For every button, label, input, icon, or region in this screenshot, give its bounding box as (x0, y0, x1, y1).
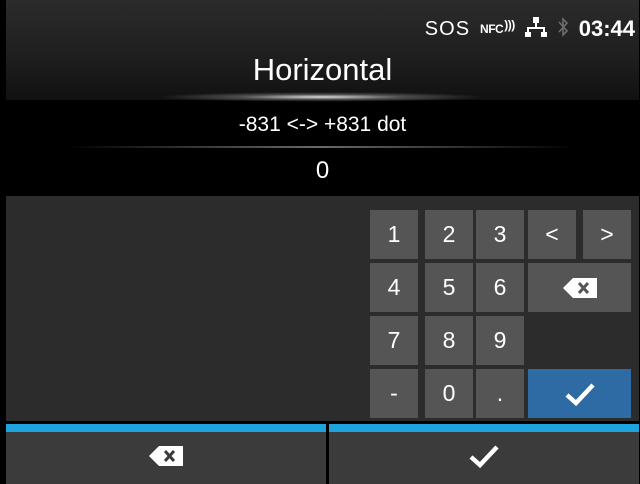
nfc-icon: NFC))) (480, 18, 515, 36)
accent-bar-left (6, 424, 326, 432)
key-9[interactable]: 9 (476, 316, 524, 365)
backspace-icon (562, 277, 597, 298)
key-8[interactable]: 8 (425, 316, 473, 365)
cancel-button[interactable] (6, 432, 326, 484)
backspace-icon (149, 445, 183, 471)
key-5[interactable]: 5 (425, 263, 473, 312)
key-0[interactable]: 0 (425, 369, 473, 418)
title-underline-glow (156, 92, 486, 102)
status-bar: SOS NFC))) 03:44 (425, 14, 635, 44)
key-7[interactable]: 7 (370, 316, 418, 365)
key-4[interactable]: 4 (370, 263, 418, 312)
confirm-button[interactable] (329, 432, 639, 484)
cursor-right-button[interactable]: > (583, 210, 631, 259)
value-display[interactable]: 0 (6, 148, 639, 194)
backspace-button[interactable] (528, 263, 631, 312)
key-1[interactable]: 1 (370, 210, 418, 259)
key-minus[interactable]: - (370, 369, 418, 418)
nfc-label: NFC (480, 22, 504, 36)
header: SOS NFC))) 03:44 Horizontal (6, 0, 639, 102)
page-title: Horizontal (252, 52, 393, 87)
sos-indicator: SOS (424, 17, 471, 40)
key-3[interactable]: 3 (476, 210, 524, 259)
keypad-area: 1 2 3 < > 4 5 6 7 8 9 - 0 . (6, 196, 639, 421)
printer-screen: SOS NFC))) 03:44 Horizontal -831 <-> +83… (6, 0, 639, 484)
key-6[interactable]: 6 (476, 263, 524, 312)
checkmark-icon (565, 382, 595, 406)
key-2[interactable]: 2 (425, 210, 473, 259)
enter-button[interactable] (528, 369, 631, 418)
key-dot[interactable]: . (476, 369, 524, 418)
clock: 03:44 (578, 16, 635, 41)
network-icon (524, 16, 547, 42)
bluetooth-icon (557, 16, 569, 42)
cursor-left-button[interactable]: < (528, 210, 576, 259)
range-label: -831 <-> +831 dot (6, 104, 639, 146)
accent-bar-right (329, 424, 639, 432)
checkmark-icon (469, 444, 499, 473)
